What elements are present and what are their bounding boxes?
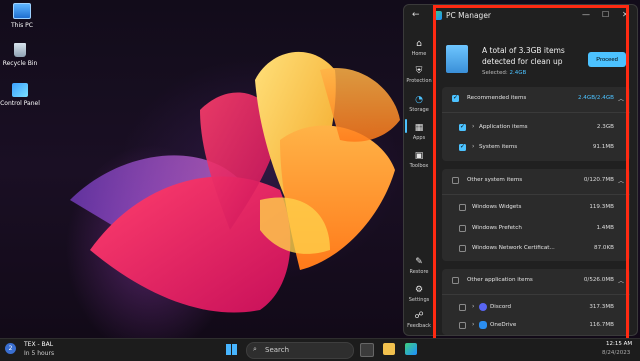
desktop-icon-label: Recycle Bin bbox=[2, 60, 38, 67]
sidebar-item-label: Toolbox bbox=[409, 163, 429, 169]
weather-title[interactable]: TEX - BAL bbox=[24, 341, 53, 348]
feedback-icon: ☍ bbox=[414, 311, 424, 321]
desktop-icon-recycle-bin[interactable]: Recycle Bin bbox=[0, 43, 40, 67]
recycle-bin-icon bbox=[14, 43, 26, 57]
pc-manager-taskbar-icon[interactable] bbox=[405, 343, 417, 355]
file-explorer-icon[interactable] bbox=[383, 343, 395, 355]
task-view-icon[interactable] bbox=[360, 343, 374, 357]
desktop-icon-this-pc[interactable]: This PC bbox=[2, 3, 42, 29]
apps-grid-icon: ▦ bbox=[414, 123, 424, 133]
sidebar-item-protection[interactable]: ⛨ Protection bbox=[404, 66, 434, 84]
storage-pie-icon: ◔ bbox=[415, 95, 423, 105]
gear-icon: ⚙ bbox=[414, 285, 424, 295]
toolbox-icon: ▣ bbox=[414, 151, 424, 161]
weather-icon[interactable]: 2 bbox=[5, 343, 16, 354]
sidebar-item-label: Home bbox=[411, 51, 427, 57]
sidebar-item-label: Feedback bbox=[407, 323, 431, 329]
sidebar-item-restore[interactable]: ✎ Restore bbox=[404, 257, 434, 275]
sidebar-item-label: Protection bbox=[406, 78, 432, 84]
search-icon: ⌕ bbox=[253, 345, 257, 353]
sidebar-item-home[interactable]: ⌂ Home bbox=[404, 39, 434, 57]
sidebar-item-feedback[interactable]: ☍ Feedback bbox=[404, 311, 434, 329]
weather-subtitle: In 5 hours bbox=[24, 350, 55, 357]
desktop-icon-label: This PC bbox=[11, 22, 33, 29]
sidebar-item-settings[interactable]: ⚙ Settings bbox=[404, 285, 434, 303]
windows-start-icon[interactable] bbox=[226, 344, 237, 355]
desktop-icon-control-panel[interactable]: Control Panel bbox=[0, 83, 40, 107]
clock-time[interactable]: 12:15 AM bbox=[606, 341, 632, 347]
control-panel-icon bbox=[12, 83, 28, 97]
search-placeholder: Search bbox=[265, 346, 290, 354]
desktop-icon-label: Control Panel bbox=[0, 100, 40, 107]
shield-icon: ⛨ bbox=[415, 66, 423, 76]
sidebar: ⌂ Home ⛨ Protection ◔ Storage ▦ Apps ▣ T… bbox=[404, 29, 434, 335]
sidebar-item-storage[interactable]: ◔ Storage bbox=[404, 95, 434, 113]
computer-icon bbox=[13, 3, 31, 19]
clock-date[interactable]: 8/24/2023 bbox=[602, 350, 630, 356]
taskbar: 2 TEX - BAL In 5 hours ⌕ Search 12:15 AM… bbox=[0, 338, 640, 361]
taskbar-search-box[interactable]: ⌕ Search bbox=[246, 342, 354, 359]
sidebar-item-label: Settings bbox=[408, 297, 430, 303]
home-icon: ⌂ bbox=[416, 39, 422, 49]
highlight-box bbox=[433, 5, 629, 353]
sidebar-item-apps[interactable]: ▦ Apps bbox=[404, 123, 434, 141]
sidebar-item-label: Apps bbox=[412, 135, 426, 141]
restore-icon: ✎ bbox=[415, 257, 423, 267]
sidebar-item-toolbox[interactable]: ▣ Toolbox bbox=[404, 151, 434, 169]
sidebar-item-label: Storage bbox=[409, 107, 429, 113]
back-arrow-icon[interactable]: ← bbox=[412, 10, 420, 20]
sidebar-item-label: Restore bbox=[409, 269, 429, 275]
